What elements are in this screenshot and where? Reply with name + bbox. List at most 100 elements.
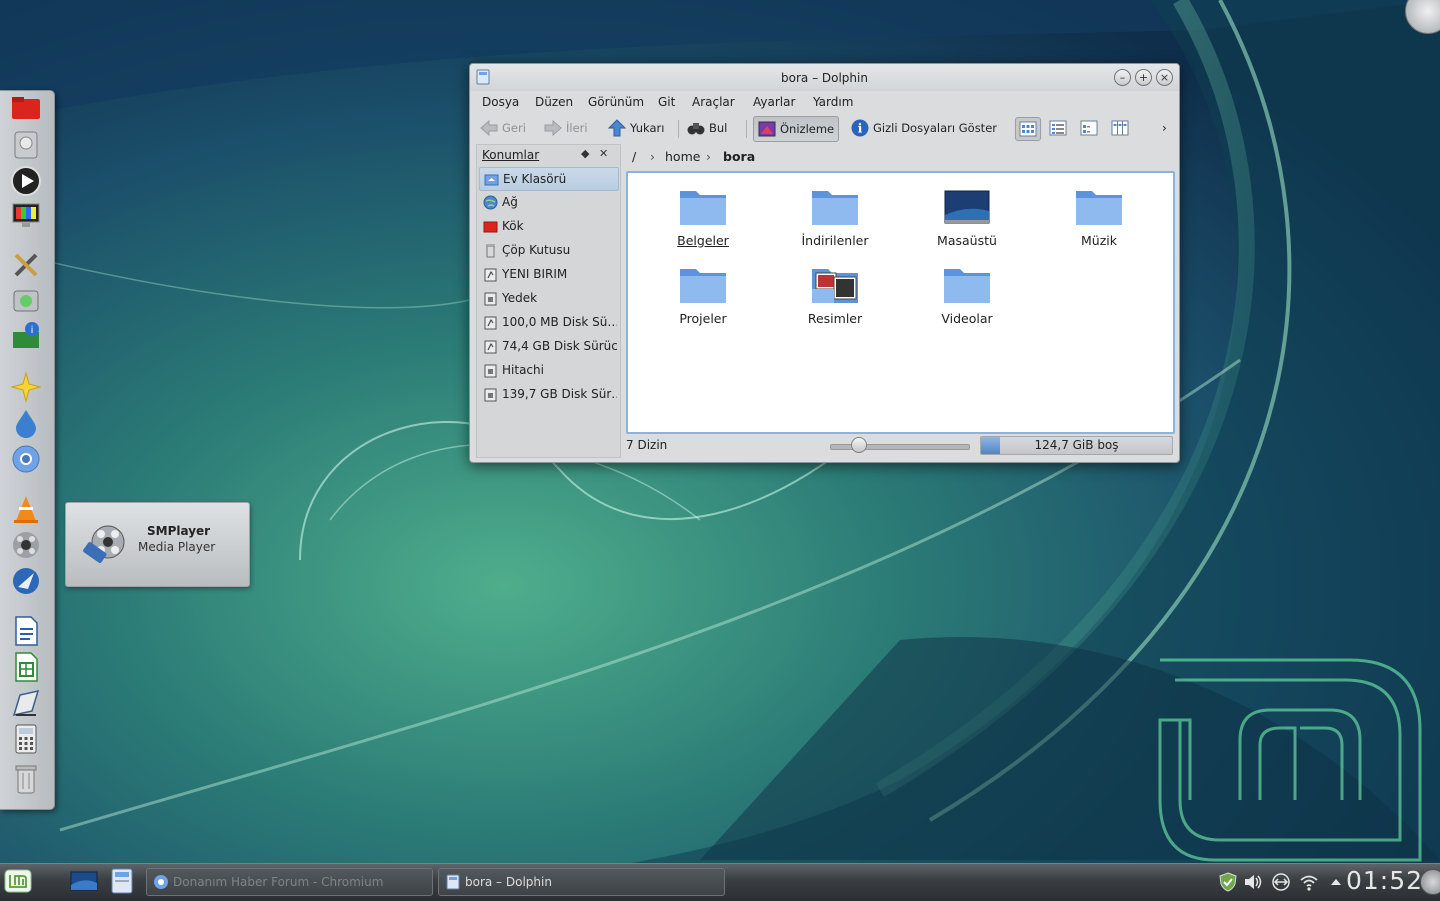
menu-yardim[interactable]: Yardım xyxy=(813,95,853,109)
folder-icon xyxy=(812,191,858,225)
wifi-icon[interactable] xyxy=(1299,872,1319,892)
folder-item[interactable]: Projeler xyxy=(643,263,763,326)
preview-toggle-button[interactable]: Önizleme xyxy=(753,116,840,142)
place-item-disk-74gb[interactable]: 74,4 GB Disk Sürücü xyxy=(479,335,617,357)
disk-utility-icon[interactable] xyxy=(9,285,43,317)
water-drop-icon[interactable] xyxy=(9,407,43,439)
free-space-indicator[interactable]: 124,7 GiB boş xyxy=(980,436,1173,455)
dashboard-toolbox-icon[interactable] xyxy=(1420,869,1440,895)
drive-icon xyxy=(484,340,497,353)
forward-button[interactable]: İleri xyxy=(544,116,588,140)
breadcrumb-root[interactable]: / xyxy=(632,149,636,164)
up-button[interactable]: Yukarı xyxy=(608,116,664,140)
favorites-star-icon[interactable] xyxy=(9,371,43,403)
icons-view-icon xyxy=(1019,121,1037,137)
place-item-network[interactable]: Ağ xyxy=(479,191,617,213)
details-view-icon xyxy=(1049,120,1067,136)
zoom-slider-handle[interactable] xyxy=(850,437,867,453)
place-item-disk-100mb[interactable]: 100,0 MB Disk Sü… xyxy=(479,311,617,333)
place-label: 74,4 GB Disk Sürücü xyxy=(502,339,617,353)
thunderbird-icon[interactable] xyxy=(9,565,43,597)
folder-label: İndirilenler xyxy=(801,233,869,248)
display-settings-icon[interactable] xyxy=(9,199,43,231)
toolbar-overflow-chevron-icon[interactable]: › xyxy=(1162,116,1167,140)
folder-item[interactable]: Masaüstü xyxy=(907,185,1027,248)
network-manager-icon[interactable] xyxy=(1271,872,1291,892)
folder-item[interactable]: Belgeler xyxy=(643,185,763,248)
side-dock: i xyxy=(0,90,55,810)
view-icons-button[interactable] xyxy=(1015,117,1041,141)
menu-git[interactable]: Git xyxy=(658,95,675,109)
writer-icon[interactable] xyxy=(9,615,43,647)
folder-label: Masaüstü xyxy=(937,233,997,248)
place-item-root[interactable]: Kök xyxy=(479,215,617,237)
folder-red-icon[interactable] xyxy=(9,93,43,125)
hard-disk-icon[interactable] xyxy=(9,129,43,161)
folder-item[interactable]: Videolar xyxy=(907,263,1027,326)
chromium-icon[interactable] xyxy=(9,443,43,475)
show-desktop-icon[interactable] xyxy=(68,865,100,897)
forward-label: İleri xyxy=(566,121,588,135)
place-item-hitachi[interactable]: Hitachi xyxy=(479,359,617,381)
dolphin-launcher-icon[interactable] xyxy=(106,865,138,897)
view-columns-button[interactable] xyxy=(1108,117,1132,139)
place-item-backup[interactable]: Yedek xyxy=(479,287,617,309)
folder-icon xyxy=(680,269,726,303)
panel-float-icon[interactable]: ◆ xyxy=(581,147,589,160)
preview-icon xyxy=(758,121,776,137)
calculator-icon[interactable] xyxy=(9,723,43,755)
view-compact-button[interactable] xyxy=(1077,117,1101,139)
breadcrumb-current[interactable]: bora xyxy=(723,149,755,164)
show-hidden-button[interactable]: i Gizli Dosyaları Göster xyxy=(851,116,997,140)
menu-araclar[interactable]: Araçlar xyxy=(692,95,735,109)
smplayer-icon[interactable] xyxy=(9,529,43,561)
menu-gorunum[interactable]: Görünüm xyxy=(588,95,644,109)
compact-view-icon xyxy=(1080,120,1098,136)
folder-item[interactable]: Müzik xyxy=(1039,185,1159,248)
file-view[interactable]: Belgeler İndirilenler Masaüstü Müzik Pro… xyxy=(626,171,1175,434)
vlc-icon[interactable] xyxy=(9,493,43,525)
window-titlebar[interactable]: bora – Dolphin – + × xyxy=(470,64,1179,91)
tray-expand-up-icon[interactable] xyxy=(1326,872,1346,892)
task-dolphin[interactable]: bora – Dolphin xyxy=(438,868,725,896)
maximize-icon[interactable]: + xyxy=(1135,69,1152,86)
media-play-icon[interactable] xyxy=(9,165,43,197)
calc-spreadsheet-icon[interactable] xyxy=(9,651,43,683)
breadcrumb-separator-icon[interactable]: › xyxy=(650,149,655,164)
update-shield-icon[interactable] xyxy=(1218,872,1238,892)
clock[interactable]: 01:52 xyxy=(1346,866,1423,895)
trash-icon xyxy=(486,243,495,257)
folder-icon xyxy=(944,269,990,303)
menu-ayarlar[interactable]: Ayarlar xyxy=(753,95,795,109)
panel-close-icon[interactable]: ✕ xyxy=(599,147,608,160)
back-button[interactable]: Geri xyxy=(480,116,526,140)
folder-label: Projeler xyxy=(679,311,727,326)
folder-item[interactable]: İndirilenler xyxy=(775,185,895,248)
text-editor-icon[interactable] xyxy=(9,687,43,719)
mint-menu-icon[interactable] xyxy=(2,865,34,897)
menu-dosya[interactable]: Dosya xyxy=(482,95,519,109)
system-tools-icon[interactable] xyxy=(9,249,43,281)
place-item-trash[interactable]: Çöp Kutusu xyxy=(479,239,617,261)
close-icon[interactable]: × xyxy=(1156,69,1173,86)
folder-item[interactable]: Resimler xyxy=(775,263,895,326)
show-hidden-label: Gizli Dosyaları Göster xyxy=(873,121,997,135)
system-info-icon[interactable]: i xyxy=(9,320,43,352)
smplayer-icon xyxy=(83,525,125,564)
volume-icon[interactable] xyxy=(1243,872,1263,892)
minimize-icon[interactable]: – xyxy=(1114,69,1131,86)
svg-text:i: i xyxy=(31,325,34,336)
breadcrumb-home[interactable]: home xyxy=(665,149,700,164)
trash-icon[interactable] xyxy=(9,763,43,795)
folder-icon xyxy=(680,191,726,225)
task-chromium[interactable]: Donanım Haber Forum - Chromium xyxy=(146,868,433,896)
place-item-volume[interactable]: YENI BIRIM xyxy=(479,263,617,285)
menu-duzen[interactable]: Düzen xyxy=(535,95,573,109)
find-button[interactable]: Bul xyxy=(687,116,727,140)
place-label: Çöp Kutusu xyxy=(502,243,571,257)
place-item-home[interactable]: Ev Klasörü xyxy=(479,167,619,191)
breadcrumb-separator-icon[interactable]: › xyxy=(706,149,711,164)
dolphin-app-icon xyxy=(446,874,460,890)
place-item-disk-139gb[interactable]: 139,7 GB Disk Sür… xyxy=(479,383,617,405)
view-details-button[interactable] xyxy=(1046,117,1070,139)
